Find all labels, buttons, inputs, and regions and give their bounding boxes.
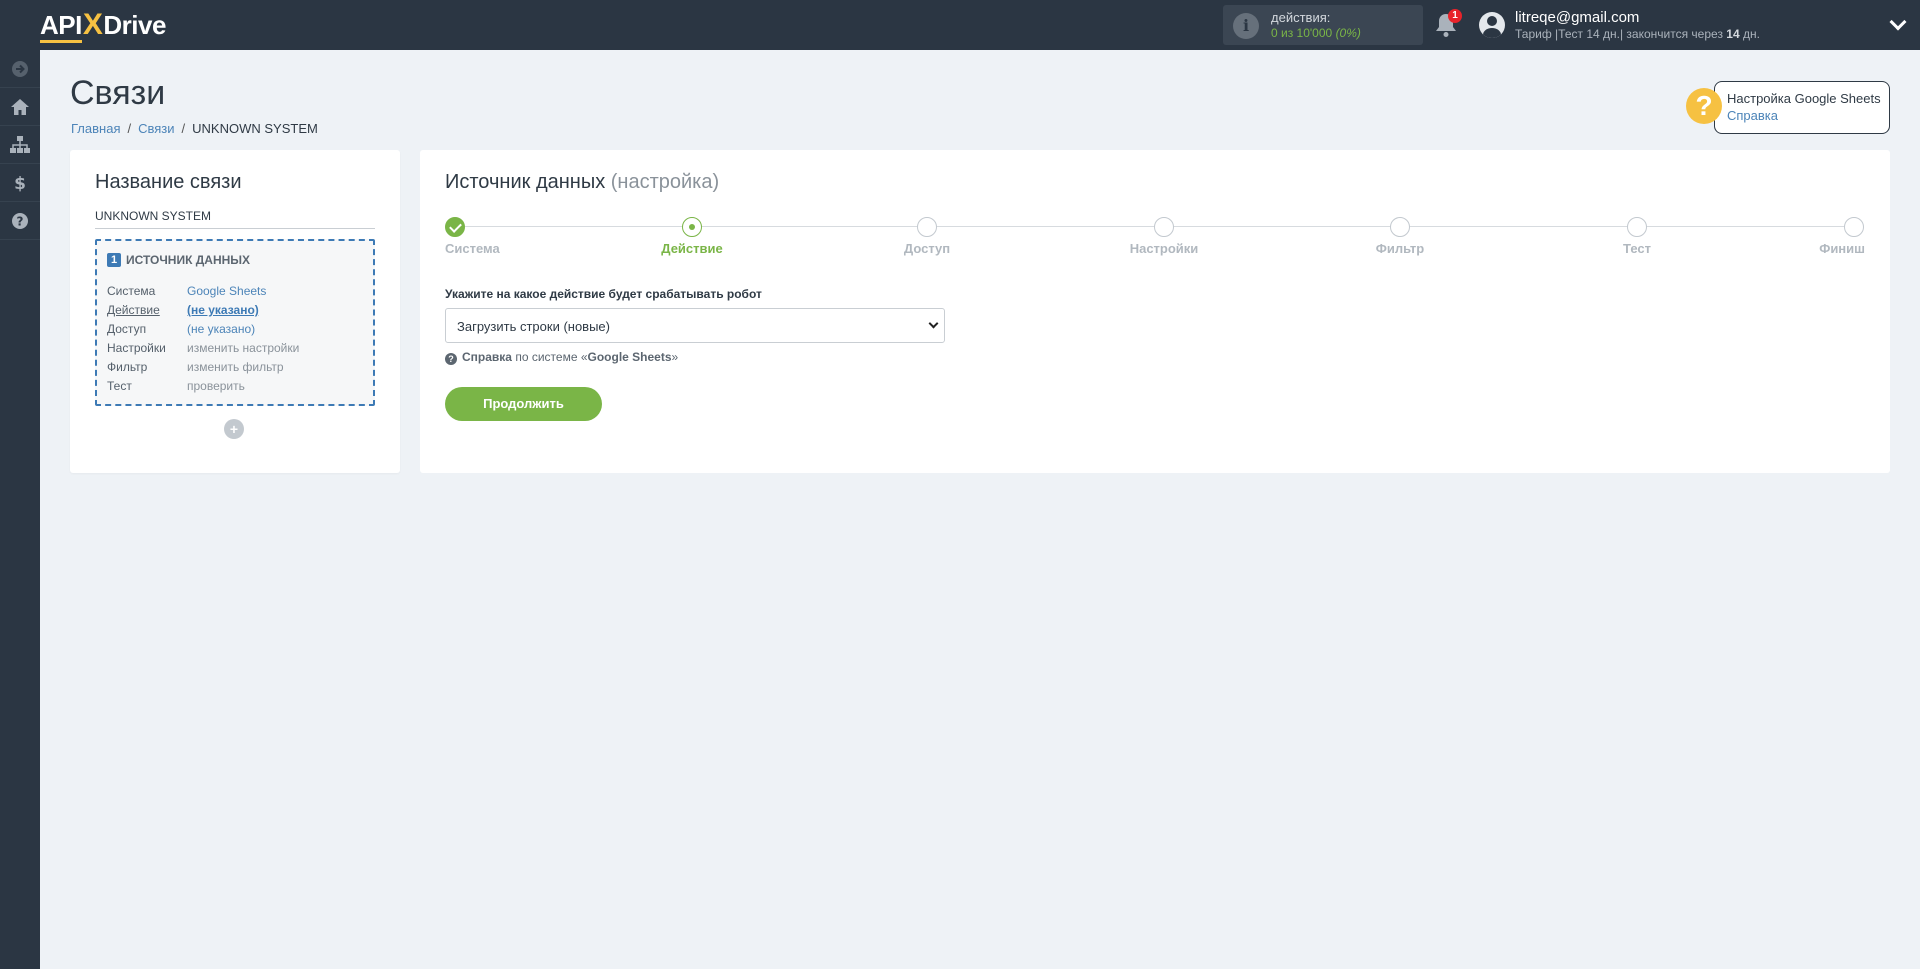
step-label-action[interactable]: Действие (661, 241, 722, 256)
step-label-test[interactable]: Тест (1623, 241, 1651, 256)
hint-help-link[interactable]: Справка (462, 350, 512, 364)
source-title: ИСТОЧНИК ДАННЫХ (126, 253, 251, 267)
chevron-down-icon (928, 318, 939, 329)
sidebar-item-expand[interactable] (0, 50, 40, 88)
breadcrumb-home[interactable]: Главная (71, 121, 120, 136)
help-title: Настройка Google Sheets (1727, 91, 1881, 106)
user-plan: Тариф |Тест 14 дн.| закончится через 14 … (1515, 27, 1760, 41)
user-email[interactable]: litreqe@gmail.com (1515, 9, 1639, 26)
data-source-box[interactable]: 1 ИСТОЧНИК ДАННЫХ Система Google Sheets … (95, 239, 375, 406)
action-select[interactable]: Загрузить строки (новые) (445, 308, 945, 343)
step-settings[interactable] (1154, 217, 1174, 237)
dollar-icon: $ (14, 174, 26, 193)
user-avatar-icon[interactable] (1479, 12, 1505, 38)
step-finish[interactable] (1844, 217, 1864, 237)
actions-counter[interactable]: i действия: 0 из 10'000 (0%) (1223, 5, 1423, 45)
step-label-filter[interactable]: Фильтр (1376, 241, 1425, 256)
help-question-icon[interactable]: ? (1686, 88, 1722, 124)
step-label-access[interactable]: Доступ (904, 241, 950, 256)
question-icon: ? (445, 353, 457, 365)
svg-text:?: ? (17, 214, 24, 228)
step-label-settings[interactable]: Настройки (1130, 241, 1199, 256)
continue-button[interactable]: Продолжить (445, 387, 602, 421)
apixdrive-logo[interactable]: API X Drive (40, 8, 166, 43)
help-bubble: Настройка Google Sheets Справка (1714, 81, 1890, 134)
sidebar-item-billing[interactable]: $ (0, 164, 40, 202)
connection-name-field[interactable]: UNKNOWN SYSTEM (95, 207, 375, 229)
add-destination-button[interactable]: + (224, 419, 244, 439)
step-label-finish[interactable]: Финиш (1819, 241, 1865, 256)
step-action[interactable] (682, 217, 702, 237)
step-label-system[interactable]: Система (445, 241, 500, 256)
step-access[interactable] (917, 217, 937, 237)
source-settings-card: Источник данных (настройка) Система Дейс… (420, 150, 1890, 473)
top-bar: API X Drive i действия: 0 из 10'000 (0%) 1… (0, 0, 1920, 50)
breadcrumb-current: UNKNOWN SYSTEM (192, 121, 318, 136)
sitemap-icon (10, 135, 30, 153)
sidebar-item-help[interactable]: ? (0, 202, 40, 240)
help-link[interactable]: Справка (1727, 108, 1778, 123)
notification-badge: 1 (1448, 9, 1462, 23)
sidebar: $ ? (0, 50, 40, 969)
arrow-right-icon (12, 60, 28, 77)
sidebar-item-connections[interactable] (0, 126, 40, 164)
actions-value: 0 из 10'000 (0%) (1271, 26, 1361, 40)
chevron-down-icon[interactable] (1889, 13, 1907, 31)
home-icon (11, 98, 29, 115)
info-icon: i (1233, 13, 1259, 39)
breadcrumb: Главная / Связи / UNKNOWN SYSTEM (71, 121, 318, 136)
question-icon: ? (12, 212, 28, 229)
action-field-label: Укажите на какое действие будет срабатыв… (445, 287, 762, 301)
breadcrumb-connections[interactable]: Связи (138, 121, 174, 136)
help-hint: ? Справка по системе «Google Sheets» (445, 350, 678, 365)
source-settings-heading: Источник данных (настройка) (445, 171, 720, 193)
page-title: Связи (70, 74, 166, 112)
svg-text:$: $ (14, 174, 26, 193)
step-filter[interactable] (1390, 217, 1410, 237)
source-number-badge: 1 (107, 253, 121, 267)
connection-name-heading: Название связи (95, 171, 242, 193)
actions-label: действия: (1271, 10, 1331, 25)
step-system[interactable] (445, 217, 465, 237)
step-test[interactable] (1627, 217, 1647, 237)
sidebar-item-home[interactable] (0, 88, 40, 126)
